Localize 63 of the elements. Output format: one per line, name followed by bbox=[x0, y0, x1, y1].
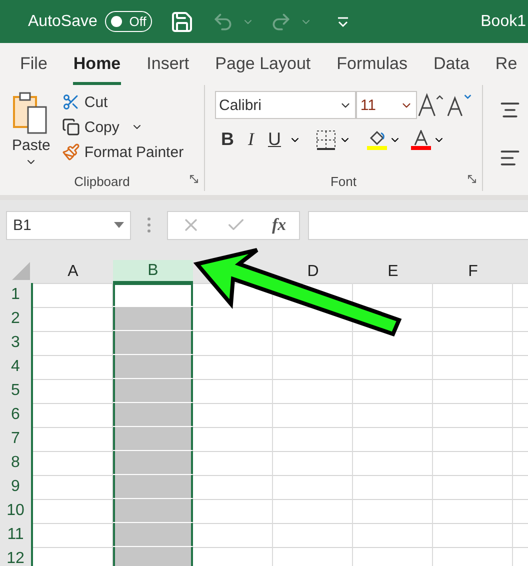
selected-cell[interactable] bbox=[113, 523, 193, 546]
paste-button[interactable]: Paste bbox=[8, 91, 54, 174]
scissors-icon bbox=[62, 93, 80, 111]
selected-cell[interactable] bbox=[113, 355, 193, 378]
row-header[interactable]: 8 bbox=[0, 451, 33, 475]
column-header[interactable]: D bbox=[273, 260, 353, 283]
borders-icon[interactable] bbox=[315, 128, 337, 150]
ribbon-tab[interactable]: Re bbox=[495, 43, 518, 85]
column-header[interactable]: F bbox=[433, 260, 513, 283]
save-icon[interactable] bbox=[170, 10, 194, 34]
selected-cell[interactable] bbox=[113, 427, 193, 450]
selected-cell[interactable] bbox=[113, 451, 193, 474]
row-header[interactable]: 6 bbox=[0, 403, 33, 427]
cut-button[interactable]: Cut bbox=[60, 91, 186, 113]
selected-cell[interactable] bbox=[113, 475, 193, 498]
row-header[interactable]: 7 bbox=[0, 427, 33, 451]
selected-cell[interactable] bbox=[113, 379, 193, 402]
row-header[interactable]: 10 bbox=[0, 499, 33, 523]
name-box[interactable]: B1 bbox=[6, 210, 131, 240]
row-header[interactable]: 4 bbox=[0, 355, 33, 379]
selected-cell[interactable] bbox=[113, 307, 193, 330]
customize-icon[interactable] bbox=[336, 14, 350, 28]
row-header[interactable]: 3 bbox=[0, 331, 33, 355]
ribbon-tab[interactable]: Insert bbox=[146, 43, 190, 85]
column-header[interactable]: B bbox=[113, 260, 193, 283]
row-header[interactable]: 11 bbox=[0, 523, 33, 547]
row-header[interactable]: 1 bbox=[0, 283, 33, 307]
row-header[interactable]: 5 bbox=[0, 379, 33, 403]
selected-cell[interactable] bbox=[113, 499, 193, 522]
drag-handle-icon bbox=[147, 217, 151, 233]
formula-input[interactable] bbox=[308, 210, 528, 240]
dialog-launcher-icon[interactable] bbox=[466, 173, 478, 185]
fill-color-icon[interactable] bbox=[367, 130, 387, 150]
bold-button[interactable]: B bbox=[215, 127, 240, 152]
format-painter-button[interactable]: Format Painter bbox=[60, 141, 186, 163]
row-header[interactable]: 12 bbox=[0, 547, 33, 566]
ribbon-tab[interactable]: Data bbox=[434, 43, 470, 85]
active-cell[interactable] bbox=[113, 283, 193, 306]
ribbon-tab[interactable]: Formulas bbox=[336, 43, 408, 85]
dialog-launcher-icon[interactable] bbox=[188, 173, 200, 185]
group-label: Clipboard bbox=[74, 174, 130, 189]
column-header[interactable]: A bbox=[33, 260, 113, 283]
font-size-dropdown[interactable]: 11 bbox=[356, 91, 417, 119]
autosave-label: AutoSave bbox=[28, 12, 98, 30]
italic-button[interactable]: I bbox=[242, 127, 260, 152]
row-header[interactable]: 2 bbox=[0, 307, 33, 331]
selected-cell[interactable] bbox=[113, 331, 193, 354]
font-name-dropdown[interactable]: Calibri bbox=[215, 91, 356, 119]
group-label: Font bbox=[330, 174, 356, 189]
autosave-toggle[interactable]: Off bbox=[105, 11, 152, 32]
underline-button[interactable]: U bbox=[262, 127, 287, 152]
copy-icon bbox=[62, 118, 80, 136]
font-color-icon[interactable] bbox=[411, 130, 431, 150]
paintbrush-icon bbox=[62, 143, 80, 161]
column-header[interactable]: E bbox=[353, 260, 433, 283]
insert-function-button[interactable]: fx bbox=[272, 215, 286, 235]
selected-cell[interactable] bbox=[113, 547, 193, 566]
copy-button[interactable]: Copy bbox=[60, 116, 186, 138]
row-header[interactable]: 9 bbox=[0, 475, 33, 499]
document-title: Book1 bbox=[480, 12, 526, 30]
ribbon-tab[interactable]: File bbox=[20, 43, 48, 85]
selected-cell[interactable] bbox=[113, 403, 193, 426]
ribbon-tab[interactable]: Page Layout bbox=[215, 43, 311, 85]
